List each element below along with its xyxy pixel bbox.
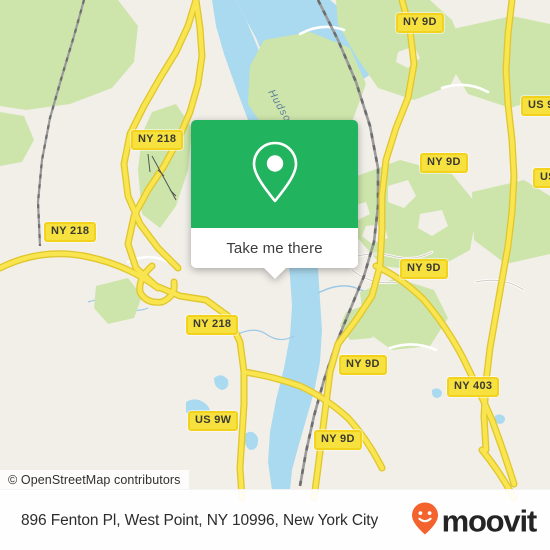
moovit-logo[interactable]: moovit	[410, 501, 538, 540]
highway-shield: US	[533, 168, 550, 188]
highway-shield: NY 9D	[400, 259, 448, 279]
footer-bar: 896 Fenton Pl, West Point, NY 10996, New…	[0, 489, 550, 550]
map-pin-icon	[249, 139, 301, 210]
highway-shield: NY 218	[131, 130, 184, 150]
map-attribution[interactable]: © OpenStreetMap contributors	[0, 470, 189, 491]
moovit-wordmark: moovit	[441, 503, 538, 538]
map-screen: Hudson R NY 9D US 9 NY 218 NY 9D US NY 2…	[0, 0, 550, 550]
popup-header	[191, 120, 358, 228]
highway-shield: US 9	[521, 96, 550, 116]
location-popup[interactable]: Take me there	[191, 120, 358, 279]
popup-pointer	[263, 268, 286, 279]
highway-shield: NY 218	[44, 222, 97, 242]
moovit-pin-smiley-icon	[410, 501, 440, 540]
take-me-there-label[interactable]: Take me there	[226, 240, 322, 257]
highway-shield: US 9W	[188, 411, 239, 431]
highway-shield: NY 9D	[339, 355, 387, 375]
highway-shield: NY 403	[447, 377, 500, 397]
highway-shield: NY 218	[186, 315, 239, 335]
highway-shield: NY 9D	[420, 153, 468, 173]
highway-shield: NY 9D	[314, 430, 362, 450]
popup-action-bar[interactable]: Take me there	[191, 228, 358, 279]
address-label: 896 Fenton Pl, West Point, NY 10996, New…	[21, 511, 379, 529]
highway-shield: NY 9D	[396, 13, 444, 33]
